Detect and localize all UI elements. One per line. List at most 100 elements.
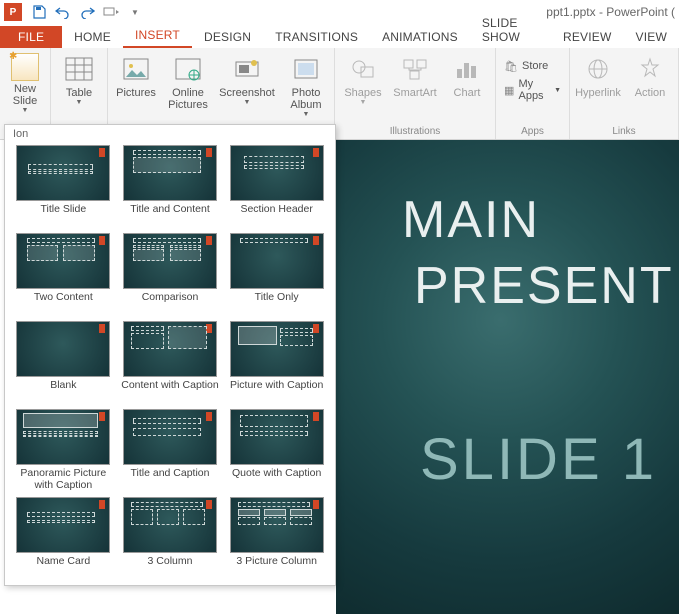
- layout-thumbnail: [123, 233, 217, 289]
- layout-thumbnail: [230, 233, 324, 289]
- layout-thumbnail: [230, 321, 324, 377]
- table-label: Table: [66, 87, 92, 99]
- layout-thumbnail: [16, 145, 110, 201]
- layout-option[interactable]: Section Header: [226, 145, 327, 227]
- hyperlink-label: Hyperlink: [575, 87, 621, 99]
- layout-option[interactable]: 3 Column: [120, 497, 221, 579]
- layout-option-label: Title Slide: [40, 203, 86, 227]
- chart-icon: [451, 53, 483, 85]
- slide-subtitle[interactable]: SLIDE 1: [420, 426, 657, 493]
- photo-album-button[interactable]: Photo Album ▼: [282, 51, 330, 118]
- chevron-down-icon: ▼: [76, 99, 83, 106]
- redo-icon[interactable]: [76, 1, 98, 23]
- layout-option[interactable]: 3 Picture Column: [226, 497, 327, 579]
- undo-icon[interactable]: [52, 1, 74, 23]
- tab-animations[interactable]: ANIMATIONS: [370, 26, 470, 48]
- layout-thumbnail: [123, 409, 217, 465]
- layout-option-label: Section Header: [240, 203, 312, 227]
- save-icon[interactable]: [28, 1, 50, 23]
- layout-thumbnail: [16, 497, 110, 553]
- layout-option-label: Title and Content: [130, 203, 210, 227]
- layout-option-label: 3 Column: [148, 555, 193, 579]
- my-apps-button[interactable]: ▦My Apps ▼: [500, 76, 565, 104]
- qat-customize-icon[interactable]: ▼: [124, 1, 146, 23]
- layout-thumbnail: [123, 497, 217, 553]
- chart-button[interactable]: Chart: [443, 51, 491, 99]
- start-from-beginning-icon[interactable]: [100, 1, 122, 23]
- photo-album-label: Photo Album: [290, 87, 321, 111]
- action-label: Action: [635, 87, 666, 99]
- tab-home[interactable]: HOME: [62, 26, 123, 48]
- online-pictures-icon: [172, 53, 204, 85]
- ribbon-tabs: FILE HOME INSERT DESIGN TRANSITIONS ANIM…: [0, 24, 679, 48]
- shapes-button[interactable]: Shapes ▼: [339, 51, 387, 106]
- table-icon: [63, 53, 95, 85]
- store-icon: 🛍: [504, 59, 518, 73]
- online-pictures-button[interactable]: Online Pictures: [164, 51, 212, 111]
- layout-thumbnail: [230, 145, 324, 201]
- table-button[interactable]: Table ▼: [55, 51, 103, 106]
- layout-option-label: Picture with Caption: [230, 379, 323, 403]
- layout-option[interactable]: Panoramic Picture with Caption: [13, 409, 114, 491]
- tab-view[interactable]: VIEW: [624, 26, 679, 48]
- layout-option[interactable]: Picture with Caption: [226, 321, 327, 403]
- layout-thumbnail: [123, 321, 217, 377]
- screenshot-button[interactable]: Screenshot ▼: [216, 51, 278, 106]
- shapes-icon: [347, 53, 379, 85]
- tab-transitions[interactable]: TRANSITIONS: [263, 26, 370, 48]
- chevron-down-icon: ▼: [303, 111, 310, 118]
- group-label-apps: Apps: [500, 125, 565, 138]
- pictures-button[interactable]: Pictures: [112, 51, 160, 99]
- photo-album-icon: [290, 53, 322, 85]
- my-apps-label: My Apps: [518, 78, 550, 102]
- tab-file[interactable]: FILE: [0, 26, 62, 48]
- smartart-button[interactable]: SmartArt: [391, 51, 439, 99]
- slide-canvas[interactable]: MAIN PRESENT SLIDE 1: [336, 140, 679, 614]
- layout-option[interactable]: Comparison: [120, 233, 221, 315]
- layout-option[interactable]: Title and Caption: [120, 409, 221, 491]
- layout-option-label: Title Only: [255, 291, 299, 315]
- action-icon: [634, 53, 666, 85]
- layout-option-label: Comparison: [142, 291, 199, 315]
- chart-label: Chart: [454, 87, 481, 99]
- layout-option-label: Content with Caption: [121, 379, 218, 403]
- new-slide-icon: [11, 53, 39, 81]
- store-button[interactable]: 🛍 Store: [500, 57, 565, 75]
- tab-slideshow[interactable]: SLIDE SHOW: [470, 12, 551, 48]
- layout-option[interactable]: Quote with Caption: [226, 409, 327, 491]
- layout-option-label: Blank: [50, 379, 76, 403]
- layout-option[interactable]: Title Only: [226, 233, 327, 315]
- store-label: Store: [522, 60, 548, 72]
- layout-thumbnail: [230, 497, 324, 553]
- layout-option-label: 3 Picture Column: [236, 555, 317, 579]
- screenshot-icon: [231, 53, 263, 85]
- layout-option[interactable]: Title Slide: [13, 145, 114, 227]
- layout-option[interactable]: Two Content: [13, 233, 114, 315]
- slide-title-line2[interactable]: PRESENT: [414, 256, 674, 316]
- chevron-down-icon: ▼: [244, 99, 251, 106]
- slide-title-line1[interactable]: MAIN: [402, 190, 540, 250]
- smartart-icon: [399, 53, 431, 85]
- window-title: ppt1.pptx - PowerPoint (: [148, 5, 679, 19]
- layout-thumbnail: [16, 321, 110, 377]
- smartart-label: SmartArt: [393, 87, 436, 99]
- tab-insert[interactable]: INSERT: [123, 24, 192, 48]
- pictures-label: Pictures: [116, 87, 156, 99]
- new-slide-layout-panel: Ion Title Slide Title and Content Section …: [4, 124, 336, 586]
- chevron-down-icon: ▼: [360, 99, 367, 106]
- action-button[interactable]: Action: [626, 51, 674, 99]
- layout-option[interactable]: Content with Caption: [120, 321, 221, 403]
- hyperlink-button[interactable]: Hyperlink: [574, 51, 622, 99]
- layout-option[interactable]: Name Card: [13, 497, 114, 579]
- tab-design[interactable]: DESIGN: [192, 26, 263, 48]
- layout-thumbnail: [123, 145, 217, 201]
- apps-icon: ▦: [504, 83, 514, 97]
- tab-review[interactable]: REVIEW: [551, 26, 624, 48]
- layout-thumbnail: [230, 409, 324, 465]
- new-slide-button[interactable]: New Slide ▼: [4, 51, 46, 114]
- layout-theme-name: Ion: [5, 125, 335, 143]
- layout-option[interactable]: Blank: [13, 321, 114, 403]
- chevron-down-icon: ▼: [22, 107, 29, 114]
- online-pictures-label: Online Pictures: [168, 87, 208, 111]
- layout-option[interactable]: Title and Content: [120, 145, 221, 227]
